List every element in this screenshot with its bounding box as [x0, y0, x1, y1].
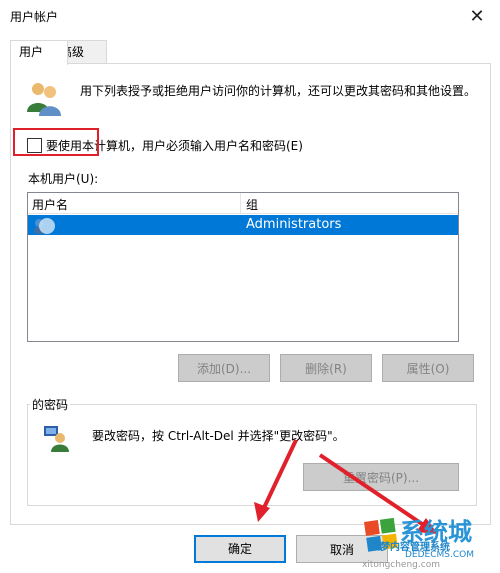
arrow-head-ok	[254, 502, 270, 522]
annotation-arrows	[254, 439, 438, 534]
watermark-line3: xitongcheng.com	[362, 560, 440, 570]
arrow-line-ok	[260, 439, 298, 513]
tab-users[interactable]: 用户	[10, 40, 68, 65]
watermark-line2: DEDECMS.COM	[405, 550, 474, 560]
